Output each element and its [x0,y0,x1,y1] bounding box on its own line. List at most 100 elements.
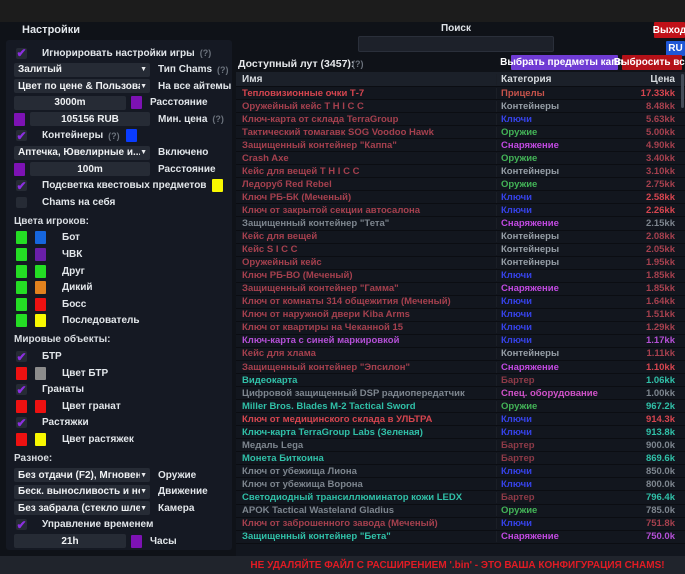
loot-table-row[interactable]: Ключ от квартиры на Чеканной 15 Ключи 1.… [236,322,685,335]
column-header-category[interactable]: Категория [496,74,619,85]
setting-row: Без забрала (стекло шлема)▼Камера [14,501,232,515]
color-swatch[interactable] [35,314,46,327]
checkbox[interactable] [16,351,27,362]
color-swatch[interactable] [16,433,27,446]
loot-table-row[interactable]: Защищенный контейнер "Каппа" Снаряжение … [236,139,685,152]
loot-table-row[interactable]: Кейс для вещей T H I C C Контейнеры 3.10… [236,165,685,178]
loot-table-row[interactable]: Ключ от наружной двери Kiba Arms Ключи 1… [236,309,685,322]
color-swatch[interactable] [35,231,46,244]
search-input[interactable] [358,36,554,52]
loot-table-row[interactable]: Ключ РБ-ВО (Меченый) Ключи 1.85kk [236,270,685,283]
exit-button[interactable]: Выход [654,22,685,38]
language-button[interactable]: RU [666,41,685,56]
loot-table-row[interactable]: Ключ от убежища Ворона Ключи 800.0k [236,478,685,491]
loot-table-row[interactable]: Медаль Lega Бартер 900.0k [236,439,685,452]
loot-table-row[interactable]: Ключ от закрытой секции автосалона Ключи… [236,204,685,217]
color-swatch[interactable] [35,367,46,380]
checkbox[interactable] [16,48,27,59]
loot-table-row[interactable]: Цифровой защищенный DSP радиопередатчик … [236,387,685,400]
color-swatch[interactable] [131,535,142,548]
loot-help-icon[interactable]: (?) [352,59,364,69]
dropdown-select[interactable]: Без забрала (стекло шлема)▼ [14,501,150,515]
checkbox[interactable] [16,417,27,428]
loot-table-row[interactable]: Кейс S I C C Контейнеры 2.05kk [236,244,685,257]
item-price: 5.00kk [619,127,685,138]
item-price: 1.11kk [619,348,685,359]
loot-table-row[interactable]: Оружейный кейс T H I C C Контейнеры 8.48… [236,100,685,113]
loot-table-row[interactable]: Ключ от убежища Лиона Ключи 850.0k [236,465,685,478]
checkbox[interactable] [16,519,27,530]
dropdown-select[interactable]: Без отдачи (F2), Мгновенное п▼ [14,468,150,482]
loot-table-row[interactable]: APOK Tactical Wasteland Gladius Оружие 7… [236,505,685,518]
dropdown-select[interactable]: Аптечка, Ювелирные и...▼ [14,146,150,160]
color-swatch[interactable] [126,129,137,142]
color-swatch[interactable] [35,400,46,413]
color-swatch[interactable] [16,298,27,311]
color-swatch[interactable] [35,298,46,311]
color-swatch[interactable] [16,367,27,380]
item-name: Ключ от медицинского склада в УЛЬТРА [236,414,496,425]
color-swatch[interactable] [131,96,142,109]
loot-table-row[interactable]: Ключ-карта TerraGroup Labs (Зеленая) Клю… [236,426,685,439]
loot-table-row[interactable]: Ключ-карта с синей маркировкой Ключи 1.1… [236,335,685,348]
loot-table-row[interactable]: Miller Bros. Blades M-2 Tactical Sword О… [236,400,685,413]
loot-table-row[interactable]: Защищенный контейнер "Эпсилон" Снаряжени… [236,361,685,374]
dropdown-select[interactable]: Беск. выносливость и нет уста▼ [14,485,150,499]
loot-table-row[interactable]: Ключ от заброшенного завода (Меченый) Кл… [236,518,685,531]
loot-table-row[interactable]: Защищенный контейнер "Гамма" Снаряжение … [236,283,685,296]
loot-table-row[interactable]: Монета Биткоина Бартер 869.6k [236,452,685,465]
loot-table-row[interactable]: Тепловизионные очки Т-7 Прицелы 17.33kk [236,87,685,100]
color-swatch[interactable] [16,248,27,261]
loot-table-row[interactable] [236,544,685,556]
dropdown-select[interactable]: Цвет по цене & Пользователь▼ [14,79,150,93]
color-swatch[interactable] [16,265,27,278]
value-input[interactable]: 105156 RUB [30,112,150,126]
help-icon[interactable]: (?) [212,114,224,124]
column-header-price[interactable]: Цена [619,74,685,85]
color-swatch[interactable] [16,400,27,413]
loot-table-row[interactable]: Кейс для вещей Контейнеры 2.08kk [236,231,685,244]
dropdown-select[interactable]: Залитый▼ [14,63,150,77]
help-icon[interactable]: (?) [108,131,120,141]
loot-table-row[interactable]: Защищенный контейнер "Тета" Снаряжение 2… [236,217,685,230]
color-swatch[interactable] [14,113,25,126]
value-input[interactable]: 21h [14,534,126,548]
checkbox[interactable] [16,130,27,141]
loot-table-row[interactable]: Crash Axe Оружие 3.40kk [236,152,685,165]
color-swatch[interactable] [16,231,27,244]
loot-table-row[interactable]: Ключ-карта от склада TerraGroup Ключи 5.… [236,113,685,126]
color-swatch[interactable] [212,179,223,192]
loot-table-row[interactable]: Светодиодный трансиллюминатор кожи LEDX … [236,491,685,504]
loot-table-row[interactable]: Кейс для хлама Контейнеры 1.11kk [236,348,685,361]
value-input[interactable]: 3000m [14,96,126,110]
color-swatch[interactable] [14,163,25,176]
loot-table-row[interactable]: Оружейный кейс Контейнеры 1.95kk [236,257,685,270]
color-swatch[interactable] [35,281,46,294]
discard-all-button[interactable]: Выбросить все [622,55,682,70]
help-icon[interactable]: (?) [200,48,212,58]
color-swatch[interactable] [16,314,27,327]
column-header-name[interactable]: Имя [236,74,496,85]
window-top-strip [0,0,685,22]
setting-label: ЧВК [62,249,82,260]
loot-table-row[interactable]: Ключ от комнаты 314 общежития (Меченый) … [236,296,685,309]
table-scrollbar[interactable] [681,74,684,108]
loot-table-row[interactable]: Ключ РБ-БК (Меченый) Ключи 2.58kk [236,191,685,204]
loot-table-row[interactable]: Защищенный контейнер "Бета" Снаряжение 7… [236,531,685,544]
item-name: Оружейный кейс T H I C C [236,101,496,112]
loot-table-row[interactable]: Тактический томагавк SOG Voodoo Hawk Ору… [236,126,685,139]
loot-table-row[interactable]: Ледоруб Red Rebel Оружие 2.75kk [236,178,685,191]
color-swatch[interactable] [35,265,46,278]
help-icon[interactable]: (?) [217,65,229,75]
item-price: 2.75kk [619,179,685,190]
color-swatch[interactable] [35,433,46,446]
loot-table-row[interactable]: Видеокарта Бартер 1.06kk [236,374,685,387]
checkbox[interactable] [16,180,27,191]
color-swatch[interactable] [35,248,46,261]
checkbox[interactable] [16,197,27,208]
checkbox[interactable] [16,384,27,395]
color-swatch[interactable] [16,281,27,294]
value-input[interactable]: 100m [30,162,150,176]
loot-table-row[interactable]: Ключ от медицинского склада в УЛЬТРА Клю… [236,413,685,426]
select-kappa-items-button[interactable]: Выбрать предметы каппа [511,55,618,70]
